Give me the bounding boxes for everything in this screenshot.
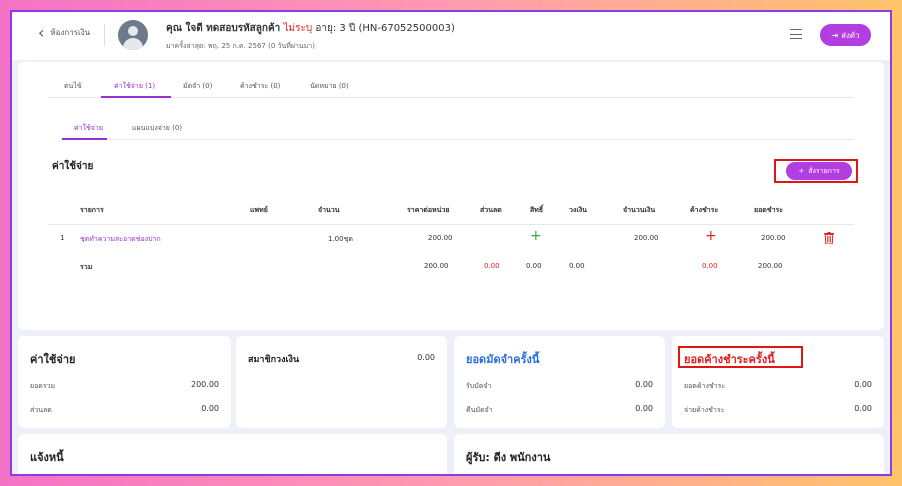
summary-pay-outstanding-label: จ่ายค้างชำระ xyxy=(684,406,725,414)
divider xyxy=(104,24,105,46)
summary-outstanding-total-label: ยอดค้างชำระ xyxy=(684,382,726,390)
col-item: รายการ xyxy=(80,206,104,214)
trash-icon[interactable] xyxy=(824,232,834,244)
row-item-link[interactable]: ชุดทำความสะอาดช่องปาก xyxy=(80,234,161,245)
total-discount: 0.00 xyxy=(484,262,500,270)
row-amount: 200.00 xyxy=(634,234,659,242)
summary-total-value: 200.00 xyxy=(191,380,219,389)
col-outstanding: ค้างชำระ xyxy=(690,206,719,214)
add-item-label: สั่งรายการ xyxy=(808,166,840,175)
receiver-card: ผู้รับ: ดีง พนักงาน xyxy=(454,434,884,474)
tab-patient[interactable]: ตนไข้ xyxy=(64,81,82,92)
row-index: 1 xyxy=(60,234,65,242)
total-label: รวม xyxy=(80,263,93,271)
chevron-left-icon: ‹ xyxy=(38,22,45,42)
tab-deposit[interactable]: มัดจำ (0) xyxy=(183,81,212,92)
col-paid: ยอดชำระ xyxy=(754,206,784,214)
tab-outstanding[interactable]: ค้างชำระ (0) xyxy=(240,81,280,92)
add-item-button[interactable]: + สั่งรายการ xyxy=(786,162,852,180)
summary-discount-label: ส่วนลด xyxy=(30,406,52,414)
active-subtab-indicator xyxy=(62,138,107,140)
col-limit: วงเงิน xyxy=(569,206,587,214)
total-limit: 0.00 xyxy=(569,262,585,270)
send-label: ส่งตัว xyxy=(841,30,860,40)
back-label: ห้องการเงิน xyxy=(50,28,91,37)
summary-refund-value: 0.00 xyxy=(635,404,653,413)
summary-deposit-card: ยอดมัดจำครั้งนี้ รับมัดจำ 0.00 คืนมัดจำ … xyxy=(454,336,665,428)
main-tabs: ตนไข้ ค่าใช้จ่าย (1) มัดจำ (0) ค้างชำระ … xyxy=(48,76,854,98)
receiver-title: ผู้รับ: ดีง พนักงาน xyxy=(466,451,551,464)
tab-appointment[interactable]: นัดหมาย (0) xyxy=(310,81,349,92)
patient-gender: ไม่ระบุ xyxy=(283,23,313,34)
total-paid: 200.00 xyxy=(758,262,783,270)
patient-header: ‹ ห้องการเงิน คุณ ใจดี ทดสอบรหัสลูกค้า ไ… xyxy=(12,12,890,60)
add-rights-plus-icon[interactable]: + xyxy=(530,228,542,244)
summary-deposit-title: ยอดมัดจำครั้งนี้ xyxy=(466,353,540,366)
summary-receive-value: 0.00 xyxy=(635,380,653,389)
avatar xyxy=(118,20,148,50)
row-qty: 1.00ชุด xyxy=(328,235,353,243)
hamburger-menu-icon[interactable] xyxy=(790,29,802,39)
invoice-title: แจ้งหนี้ xyxy=(30,451,64,464)
summary-member-value: 0.00 xyxy=(417,353,435,362)
summary-outstanding-total-value: 0.00 xyxy=(854,380,872,389)
add-outstanding-plus-icon[interactable]: + xyxy=(705,228,717,244)
patient-age-hn: อายุ: 3 ปี (HN-67052500003) xyxy=(315,23,455,34)
col-doctor: แพทย์ xyxy=(250,206,268,214)
tab-expense[interactable]: ค่าใช้จ่าย (1) xyxy=(114,81,155,92)
summary-refund-label: คืนมัดจำ xyxy=(466,406,493,414)
summary-outstanding-title: ยอดค้างชำระครั้งนี้ xyxy=(684,353,775,366)
sub-tabs: ค่าใช้จ่าย แผนแบ่งจ่าย (0) xyxy=(62,118,854,140)
summary-expense-card: ค่าใช้จ่าย ยอดรวม 200.00 ส่วนลด 0.00 xyxy=(18,336,231,428)
back-button[interactable]: ‹ ห้องการเงิน xyxy=(38,22,91,42)
send-button[interactable]: ⇥ ส่งตัว xyxy=(820,24,871,46)
expense-panel: ตนไข้ ค่าใช้จ่าย (1) มัดจำ (0) ค้างชำระ … xyxy=(18,62,884,330)
summary-total-label: ยอดรวม xyxy=(30,382,56,390)
exit-icon: ⇥ xyxy=(831,30,839,40)
col-amount: จำนวนเงิน xyxy=(623,206,656,214)
col-qty: จำนวน xyxy=(318,206,340,214)
total-outstanding: 0.00 xyxy=(702,262,718,270)
summary-receive-label: รับมัดจำ xyxy=(466,382,492,390)
row-paid: 200.00 xyxy=(761,234,786,242)
summary-pay-outstanding-value: 0.00 xyxy=(854,404,872,413)
total-unit-price: 200.00 xyxy=(424,262,449,270)
summary-expense-title: ค่าใช้จ่าย xyxy=(30,353,76,366)
row-unit-price: 200.00 xyxy=(428,234,453,242)
subtab-installment[interactable]: แผนแบ่งจ่าย (0) xyxy=(132,123,182,134)
last-visit: มาครั้งล่าสุด: พฤ. 25 ก.ค. 2567 (0 วันที… xyxy=(166,42,315,50)
col-discount: ส่วนลด xyxy=(480,206,502,214)
plus-icon: + xyxy=(798,167,805,175)
invoice-card: แจ้งหนี้ xyxy=(18,434,447,474)
total-rights: 0.00 xyxy=(526,262,542,270)
summary-member-title: สมาชิกวงเงิน xyxy=(248,355,300,365)
section-title: ค่าใช้จ่าย xyxy=(52,161,94,172)
patient-name-text: คุณ ใจดี ทดสอบรหัสลูกค้า xyxy=(166,23,281,34)
patient-name: คุณ ใจดี ทดสอบรหัสลูกค้า ไม่ระบุ อายุ: 3… xyxy=(166,21,455,36)
summary-discount-value: 0.00 xyxy=(201,404,219,413)
col-rights: สิทธิ์ xyxy=(530,206,544,214)
summary-outstanding-card: ยอดค้างชำระครั้งนี้ ยอดค้างชำระ 0.00 จ่า… xyxy=(672,336,884,428)
active-tab-indicator xyxy=(101,96,171,98)
app-frame: ‹ ห้องการเงิน คุณ ใจดี ทดสอบรหัสลูกค้า ไ… xyxy=(10,10,892,476)
summary-member-card: สมาชิกวงเงิน 0.00 xyxy=(236,336,447,428)
col-unit-price: ราคาต่อหน่วย xyxy=(407,206,450,214)
subtab-expense[interactable]: ค่าใช้จ่าย xyxy=(74,123,103,134)
table-header-divider xyxy=(48,224,854,225)
